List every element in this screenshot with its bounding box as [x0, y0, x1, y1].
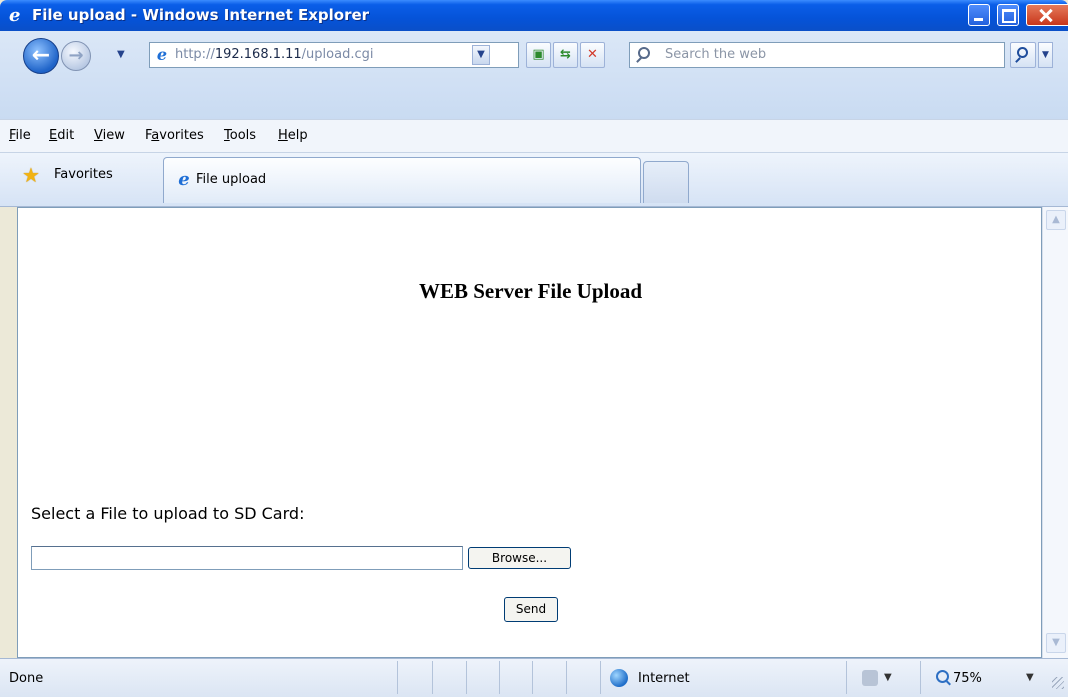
maximize-button[interactable]	[997, 4, 1019, 26]
status-divider	[846, 661, 847, 694]
browser-window: e File upload - Windows Internet Explore…	[0, 0, 1068, 697]
back-arrow-icon: ←	[31, 43, 51, 68]
menu-file[interactable]: File	[9, 128, 31, 143]
scroll-down-button[interactable]: ▼	[1046, 633, 1066, 653]
refresh-button[interactable]: ⇆	[553, 42, 578, 68]
protected-mode-dropdown[interactable]: ▼	[884, 672, 892, 683]
back-button[interactable]: ←	[23, 38, 59, 74]
page-content: WEB Server File Upload Select a File to …	[17, 207, 1042, 658]
close-button[interactable]	[1026, 4, 1068, 26]
search-box[interactable]: Search the web	[629, 42, 1005, 68]
new-tab-button[interactable]	[643, 161, 689, 203]
protected-mode-icon[interactable]	[862, 670, 878, 686]
recent-pages-dropdown[interactable]: ▼	[117, 49, 125, 60]
window-title: File upload - Windows Internet Explorer	[32, 6, 370, 24]
vertical-scrollbar[interactable]: ▲ ▼	[1042, 207, 1068, 658]
status-text: Done	[9, 671, 44, 686]
status-divider	[532, 661, 533, 694]
tab-label: File upload	[196, 172, 267, 187]
menu-help[interactable]: Help	[278, 128, 308, 143]
status-divider	[920, 661, 921, 694]
address-scheme: http://	[175, 47, 215, 62]
status-bar: Done Internet ▼ 75% ▼	[0, 658, 1068, 697]
search-options-dropdown[interactable]: ▼	[1038, 42, 1053, 68]
menu-favorites[interactable]: Favorites	[145, 128, 204, 143]
file-path-input[interactable]	[31, 546, 463, 570]
ie-page-icon: e	[178, 169, 190, 190]
address-bar[interactable]: e http://192.168.1.11/upload.cgi ▼	[149, 42, 519, 68]
page-heading: WEB Server File Upload	[418, 279, 643, 303]
address-dropdown-button[interactable]: ▼	[472, 45, 490, 65]
minimize-button[interactable]	[968, 4, 990, 26]
star-icon: ★	[22, 163, 40, 187]
search-go-button[interactable]	[1010, 42, 1036, 68]
send-button[interactable]: Send	[504, 597, 558, 622]
tab-file-upload[interactable]: e File upload	[163, 157, 641, 203]
title-bar[interactable]: e File upload - Windows Internet Explore…	[0, 0, 1068, 31]
zoom-icon	[936, 670, 949, 683]
resize-grip[interactable]	[1052, 677, 1064, 689]
status-divider	[432, 661, 433, 694]
security-zone[interactable]: Internet	[638, 671, 690, 686]
browse-button[interactable]: Browse...	[468, 547, 571, 569]
status-divider	[499, 661, 500, 694]
menu-tools[interactable]: Tools	[224, 128, 256, 143]
address-host: 192.168.1.11	[214, 47, 302, 62]
compatibility-view-button[interactable]: ▣	[526, 42, 551, 68]
menu-edit[interactable]: Edit	[49, 128, 74, 143]
status-divider	[397, 661, 398, 694]
ie-page-icon: e	[156, 45, 168, 64]
menu-bar: File Edit View Favorites Tools Help	[0, 119, 1068, 153]
address-url[interactable]: http://192.168.1.11/upload.cgi	[175, 47, 373, 62]
forward-arrow-icon: →	[68, 45, 84, 66]
zoom-dropdown[interactable]: ▼	[1026, 672, 1034, 683]
zoom-level[interactable]: 75%	[953, 671, 982, 686]
ie-logo-icon: e	[9, 5, 21, 26]
search-icon	[638, 47, 650, 59]
globe-icon	[610, 669, 628, 687]
select-file-label: Select a File to upload to SD Card:	[31, 504, 305, 523]
forward-button[interactable]: →	[61, 41, 91, 71]
status-divider	[566, 661, 567, 694]
search-placeholder: Search the web	[665, 47, 767, 62]
scroll-up-button[interactable]: ▲	[1046, 210, 1066, 230]
stop-button[interactable]: ✕	[580, 42, 605, 68]
address-path: /upload.cgi	[301, 47, 374, 62]
menu-view[interactable]: View	[94, 128, 125, 143]
status-divider	[600, 661, 601, 694]
status-divider	[466, 661, 467, 694]
favorites-label: Favorites	[54, 167, 113, 182]
